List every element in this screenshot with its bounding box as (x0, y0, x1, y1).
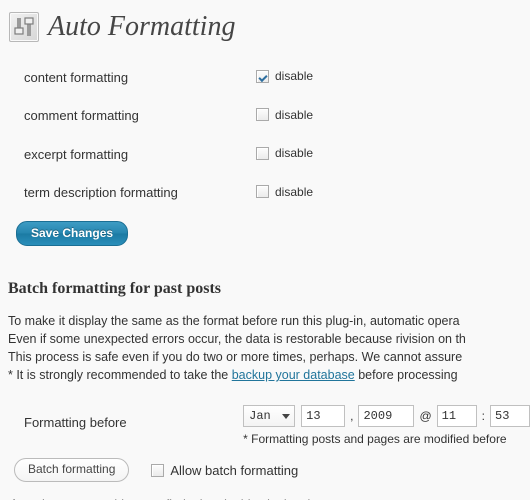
minute-input[interactable] (490, 405, 530, 427)
day-input[interactable] (301, 405, 346, 427)
comma-separator: , (350, 409, 354, 423)
date-time-fields: Jan , @ : (243, 405, 530, 427)
save-changes-button[interactable]: Save Changes (16, 221, 129, 246)
option-cell-content-formatting: disable (256, 58, 530, 97)
auto-formatting-settings-page: Auto Formatting content formatting disab… (0, 0, 530, 500)
checkbox-term-description-formatting[interactable]: disable (256, 185, 313, 199)
backup-database-link[interactable]: backup your database (232, 368, 355, 382)
colon-separator: : (481, 409, 485, 423)
table-row: content formatting disable (0, 58, 530, 97)
hour-input[interactable] (436, 405, 477, 427)
chevron-down-icon (282, 413, 291, 419)
checkbox-text: disable (275, 146, 314, 160)
checkbox-text: disable (275, 69, 314, 83)
table-row: comment formatting disable (0, 97, 530, 136)
batch-section-heading: Batch formatting for past posts (8, 280, 222, 297)
batch-backup-recommendation: * It is strongly recommended to take the… (8, 366, 530, 384)
at-separator: @ (419, 409, 432, 423)
formatting-before-table: Formatting before Jan , @ : (0, 399, 530, 446)
batch-description-line-3: This process is safe even if you do two … (8, 350, 463, 364)
table-row: Formatting before Jan , @ : (0, 399, 530, 446)
batch-description-line-1: To make it display the same as the forma… (8, 314, 460, 328)
checkbox-text: disable (275, 184, 314, 199)
formatting-before-label: Formatting before (24, 415, 127, 430)
formatting-before-fields-cell: Jan , @ : * Formatting posts and pages a… (243, 399, 530, 446)
checkbox-allow-batch-formatting[interactable]: Allow batch formatting (151, 463, 298, 478)
page-title: Auto Formatting (48, 10, 236, 42)
recommend-suffix-text: before processing (354, 368, 458, 382)
batch-action-row: Batch formatting Allow batch formatting (14, 458, 530, 482)
checkbox-content-formatting[interactable]: disable (256, 69, 313, 83)
submit-row: Save Changes (0, 212, 530, 246)
batch-description-line-2: Even if some unexpected errors occur, th… (8, 332, 466, 346)
option-cell-excerpt-formatting: disable (256, 135, 530, 174)
checkbox-text: Allow batch formatting (170, 462, 299, 478)
checkbox-excerpt-formatting[interactable]: disable (256, 146, 313, 160)
checkbox-box-icon[interactable] (256, 185, 269, 198)
sliders-icon (9, 11, 39, 42)
table-row: term description formatting disable (0, 174, 530, 213)
option-cell-comment-formatting: disable (256, 97, 530, 136)
option-label-term-description-formatting: term description formatting (24, 185, 178, 201)
checkbox-comment-formatting[interactable]: disable (256, 108, 313, 122)
checkbox-box-icon[interactable] (256, 69, 269, 83)
checkbox-text: disable (275, 107, 314, 122)
page-header: Auto Formatting (0, 0, 530, 44)
option-cell-term-description-formatting: disable (256, 174, 530, 213)
batch-formatting-button[interactable]: Batch formatting (14, 458, 130, 482)
checkbox-box-icon[interactable] (256, 146, 269, 160)
month-select-value: Jan (249, 409, 271, 423)
month-select[interactable]: Jan (243, 405, 296, 427)
formatting-options-table: content formatting disable comment forma… (0, 58, 530, 212)
recommend-prefix-text: * It is strongly recommended to take the (8, 368, 232, 382)
formatting-before-note: * Formatting posts and pages are modifie… (243, 432, 507, 446)
checkbox-box-icon[interactable] (256, 108, 269, 121)
year-input[interactable] (358, 405, 415, 427)
option-label-excerpt-formatting: excerpt formatting (24, 146, 129, 162)
option-label-content-formatting: content formatting (24, 69, 129, 85)
table-row: excerpt formatting disable (0, 135, 530, 174)
option-label-comment-formatting: comment formatting (24, 108, 139, 124)
checkbox-box-icon[interactable] (151, 463, 165, 477)
